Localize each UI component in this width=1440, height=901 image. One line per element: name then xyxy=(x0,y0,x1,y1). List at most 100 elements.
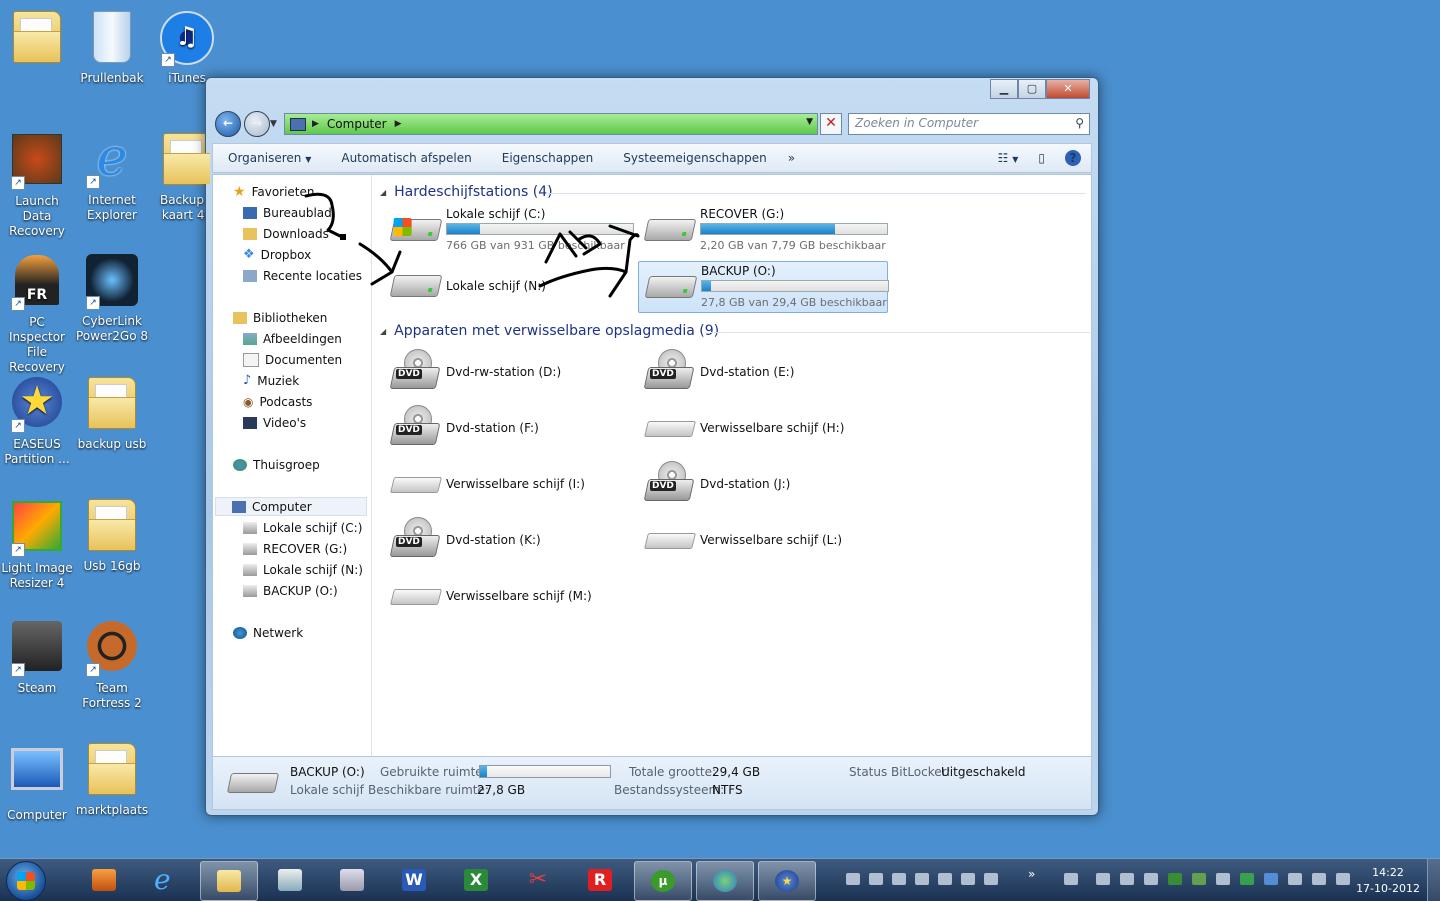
nav-drive-c[interactable]: Lokale schijf (C:) xyxy=(243,521,362,535)
desktop-icon-marktplaats[interactable]: marktplaats xyxy=(75,740,149,818)
tray-app-icon[interactable] xyxy=(1120,873,1134,885)
breadcrumb-computer[interactable]: Computer xyxy=(327,117,387,131)
tray-volume-icon[interactable] xyxy=(1336,873,1350,885)
system-properties-button[interactable]: Systeemeigenschappen xyxy=(608,151,781,165)
desktop-icon-computer[interactable]: Computer xyxy=(0,740,74,823)
clear-address-button[interactable]: ✕ xyxy=(820,113,842,135)
change-view-button[interactable]: ☷ ▼ xyxy=(998,151,1019,165)
chevron-right-icon[interactable]: ▶ xyxy=(395,119,402,129)
navigation-pane[interactable]: ★ Favorieten Bureaublad Downloads ❖ Dropbo… xyxy=(213,175,372,757)
search-icon[interactable]: ⚲ xyxy=(1075,116,1084,130)
tray-network-icon[interactable] xyxy=(1312,873,1326,885)
drive-tile-o[interactable]: BACKUP (O:) 27,8 GB van 29,4 GB beschikb… xyxy=(638,261,889,313)
group-header-hard-drives[interactable]: ◢ Hardeschijfstations (4) xyxy=(380,184,1086,200)
tray-app-icon[interactable] xyxy=(1144,873,1158,885)
nav-favorites[interactable]: ★ Favorieten xyxy=(233,185,315,199)
desktop-icon-backup-usb[interactable]: backup usb xyxy=(75,374,149,452)
minimize-button[interactable]: ▁ xyxy=(990,79,1018,99)
nav-recent[interactable]: Recente locaties xyxy=(243,269,362,283)
nav-homegroup[interactable]: Thuisgroep xyxy=(233,458,320,472)
help-button[interactable]: ? xyxy=(1065,150,1081,166)
taskbar-internet-explorer[interactable]: e xyxy=(138,861,194,899)
tray-check-icon[interactable] xyxy=(1240,873,1254,885)
desktop-icon-team-fortress[interactable]: ↗ Team Fortress 2 xyxy=(75,618,149,711)
device-tile-l[interactable]: Verwisselbare schijf (L:) xyxy=(638,515,886,565)
back-button[interactable]: ← xyxy=(215,111,241,137)
desktop-icon-steam[interactable]: ↗ Steam xyxy=(0,618,74,696)
tray-utorrent-icon[interactable] xyxy=(1168,873,1182,885)
taskbar-easeus[interactable]: ★ xyxy=(758,861,816,901)
tray-nvidia-icon[interactable] xyxy=(1192,873,1206,885)
tray-keyboard-icon[interactable] xyxy=(1064,873,1078,885)
desktop-icon-recycle-bin[interactable]: Prullenbak xyxy=(75,8,149,86)
taskbar-utorrent[interactable]: µ xyxy=(634,861,692,901)
nav-network[interactable]: Netwerk xyxy=(233,626,303,640)
recent-pages-dropdown[interactable]: ▼ xyxy=(270,119,277,129)
drive-tile-g[interactable]: RECOVER (G:) 2,20 GB van 7,79 GB beschik… xyxy=(638,205,888,255)
device-tile-f[interactable]: DVD Dvd-station (F:) xyxy=(384,403,632,453)
forward-button[interactable]: → xyxy=(244,111,270,137)
system-clock[interactable]: 14:22 17-10-2012 xyxy=(1356,865,1420,897)
tray-drive-icon[interactable] xyxy=(984,873,998,885)
tray-drive-icon[interactable] xyxy=(892,873,906,885)
device-tile-h[interactable]: Verwisselbare schijf (H:) xyxy=(638,403,886,453)
taskbar-explorer[interactable] xyxy=(200,861,258,901)
nav-pictures[interactable]: Afbeeldingen xyxy=(243,332,342,346)
tray-drive-icon[interactable] xyxy=(869,873,883,885)
device-tile-i[interactable]: Verwisselbare schijf (I:) xyxy=(384,459,632,509)
device-tile-m[interactable]: Verwisselbare schijf (M:) xyxy=(384,571,632,621)
tray-overflow-button[interactable]: » xyxy=(1028,867,1035,881)
drive-tile-n[interactable]: Lokale schijf (N:) xyxy=(384,261,632,311)
preview-pane-button[interactable]: ▯ xyxy=(1038,151,1045,165)
taskbar-roblox[interactable]: R xyxy=(572,861,628,899)
collapse-triangle-icon[interactable]: ◢ xyxy=(380,327,386,336)
tray-drive-icon[interactable] xyxy=(846,873,860,885)
collapse-triangle-icon[interactable]: ◢ xyxy=(380,188,386,197)
tray-flag-icon[interactable] xyxy=(1288,873,1302,885)
taskbar-word[interactable]: W xyxy=(386,861,442,899)
desktop-icon-pc-inspector[interactable]: FR ↗ PC Inspector File Recovery xyxy=(0,252,74,375)
nav-drive-n[interactable]: Lokale schijf (N:) xyxy=(243,563,363,577)
desktop-icon-launch-data-recovery[interactable]: ↗ Launch Data Recovery xyxy=(0,130,74,239)
nav-music[interactable]: ♪ Muziek xyxy=(243,374,299,388)
taskbar-calculator[interactable] xyxy=(324,861,380,899)
desktop-icon-light-image-resizer[interactable]: ↗ Light Image Resizer 4 xyxy=(0,496,74,591)
address-dropdown-icon[interactable]: ▼ xyxy=(806,117,813,127)
taskbar-excel[interactable]: X xyxy=(448,861,504,899)
search-input[interactable] xyxy=(849,114,1055,132)
close-button[interactable]: ✕ xyxy=(1046,79,1090,99)
nav-dropbox[interactable]: ❖ Dropbox xyxy=(243,248,311,262)
taskbar-media-center[interactable] xyxy=(76,861,132,899)
desktop-icon-internet-explorer[interactable]: e ↗ Internet Explorer xyxy=(75,130,149,223)
device-tile-k[interactable]: DVD Dvd-station (K:) xyxy=(384,515,632,565)
start-button[interactable] xyxy=(6,861,46,901)
autoplay-button[interactable]: Automatisch afspelen xyxy=(326,151,486,165)
show-desktop-button[interactable] xyxy=(1427,859,1440,901)
group-header-removable[interactable]: ◢ Apparaten met verwisselbare opslagmedi… xyxy=(380,323,1090,339)
properties-button[interactable]: Eigenschappen xyxy=(487,151,609,165)
taskbar-snipping-tool[interactable]: ✂ xyxy=(510,861,566,899)
taskbar-messenger[interactable] xyxy=(696,861,754,901)
device-tile-d[interactable]: DVD Dvd-rw-station (D:) xyxy=(384,347,632,397)
tray-dropbox-icon[interactable] xyxy=(1264,873,1278,885)
device-tile-e[interactable]: DVD Dvd-station (E:) xyxy=(638,347,886,397)
nav-computer[interactable]: Computer xyxy=(215,497,367,516)
nav-podcasts[interactable]: ◉ Podcasts xyxy=(243,395,312,409)
more-commands-button[interactable]: » xyxy=(782,151,801,165)
nav-drive-o[interactable]: BACKUP (O:) xyxy=(243,584,338,598)
tray-app-icon[interactable] xyxy=(1096,873,1110,885)
drive-tile-c[interactable]: Lokale schijf (C:) 766 GB van 931 GB bes… xyxy=(384,205,634,255)
chevron-right-icon[interactable]: ▶ xyxy=(312,119,319,129)
maximize-button[interactable]: ▢ xyxy=(1018,79,1046,99)
desktop-icon-user[interactable] xyxy=(0,8,74,71)
nav-videos[interactable]: Video's xyxy=(243,416,306,430)
taskbar-app-4[interactable] xyxy=(262,861,318,899)
tray-drive-icon[interactable] xyxy=(938,873,952,885)
device-tile-j[interactable]: DVD Dvd-station (J:) xyxy=(638,459,886,509)
nav-desktop[interactable]: Bureaublad xyxy=(243,206,332,220)
desktop-icon-cyberlink[interactable]: ↗ CyberLink Power2Go 8 xyxy=(75,252,149,344)
organize-button[interactable]: Organiseren ▼ xyxy=(213,151,326,165)
nav-documents[interactable]: Documenten xyxy=(243,353,342,367)
search-box[interactable]: ⚲ xyxy=(848,113,1090,135)
nav-drive-g[interactable]: RECOVER (G:) xyxy=(243,542,347,556)
